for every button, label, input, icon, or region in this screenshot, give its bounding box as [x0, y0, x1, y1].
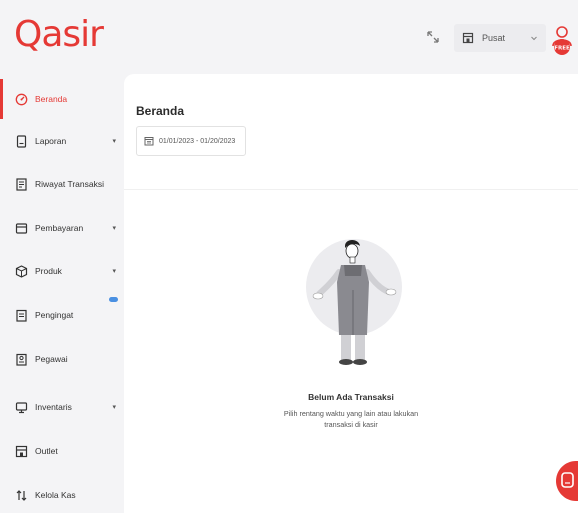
sidebar-item-label: Produk: [35, 266, 62, 276]
history-icon: [16, 177, 27, 191]
empty-state-desc-line: transaksi di kasir: [324, 420, 378, 429]
empty-state-title: Belum Ada Transaksi: [308, 392, 394, 402]
new-badge: [109, 297, 118, 302]
calendar-icon: [144, 137, 154, 146]
chevron-down-icon: ▾: [112, 138, 116, 145]
outlet-label: Pusat: [482, 33, 506, 43]
divider: [124, 189, 578, 190]
sidebar-item-kelola-kas[interactable]: Kelola Kas: [0, 475, 124, 513]
qasir-logo[interactable]: Qasir: [14, 14, 104, 55]
employee-icon: [16, 353, 27, 366]
chevron-down-icon: [531, 36, 537, 41]
sidebar-item-label: Riwayat Transaksi: [35, 179, 104, 189]
reminder-icon: [16, 309, 27, 322]
sidebar-item-label: Pembayaran: [35, 223, 84, 233]
avatar[interactable]: FREE: [551, 24, 573, 56]
avatar-badge-text: FREE: [554, 46, 570, 52]
sidebar-item-pembayaran[interactable]: Pembayaran ▾: [0, 208, 124, 248]
empty-state-desc-line: Pilih rentang waktu yang lain atau lakuk…: [283, 409, 419, 418]
sidebar-item-beranda[interactable]: Beranda: [0, 79, 124, 119]
sidebar-item-pengingat[interactable]: Pengingat: [0, 295, 124, 335]
sidebar-item-pegawai[interactable]: Pegawai: [0, 339, 124, 379]
sidebar-item-laporan[interactable]: Laporan ▾: [0, 121, 124, 161]
sidebar-item-label: Outlet: [35, 446, 58, 456]
chevron-down-icon: ▾: [112, 404, 116, 411]
page-title: Beranda: [136, 104, 185, 118]
sidebar-item-label: Kelola Kas: [35, 490, 76, 500]
store-icon: [462, 32, 474, 44]
chevron-down-icon: ▾: [112, 225, 116, 232]
sidebar-item-label: Pegawai: [35, 354, 68, 364]
empty-state-description: Pilih rentang waktu yang lain atau lakuk…: [124, 408, 578, 430]
empty-state-illustration: [306, 239, 402, 365]
sidebar-item-label: Pengingat: [35, 310, 74, 320]
main-content: Beranda 01/01/2023 - 01/20/2023 Belum Ad…: [124, 74, 578, 513]
expand-icon[interactable]: [424, 28, 442, 46]
date-range-picker[interactable]: 01/01/2023 - 01/20/2023: [136, 126, 246, 156]
chat-support-button[interactable]: [556, 461, 578, 501]
cash-icon: [16, 489, 27, 501]
top-header: Qasir Pusat FREE: [0, 0, 578, 74]
sidebar-item-label: Laporan: [35, 136, 67, 146]
sidebar-item-outlet[interactable]: Outlet: [0, 431, 124, 471]
product-icon: [15, 264, 28, 278]
outlet-select[interactable]: Pusat: [454, 24, 546, 52]
sidebar-item-label: Inventaris: [35, 402, 72, 412]
sidebar-item-label: Beranda: [35, 94, 68, 104]
sidebar-item-produk[interactable]: Produk ▾: [0, 251, 124, 291]
sidebar-item-inventaris[interactable]: Inventaris ▾: [0, 387, 124, 427]
dashboard-icon: [15, 93, 28, 105]
report-icon: [16, 134, 27, 148]
chevron-down-icon: ▾: [112, 268, 116, 275]
payment-icon: [15, 222, 28, 234]
outlet-icon: [15, 445, 28, 457]
sidebar: Beranda Laporan ▾ Riwayat Transaksi Pemb…: [0, 74, 124, 513]
sidebar-item-riwayat-transaksi[interactable]: Riwayat Transaksi: [0, 164, 124, 204]
date-range-value: 01/01/2023 - 01/20/2023: [159, 137, 236, 145]
inventory-icon: [15, 401, 28, 413]
